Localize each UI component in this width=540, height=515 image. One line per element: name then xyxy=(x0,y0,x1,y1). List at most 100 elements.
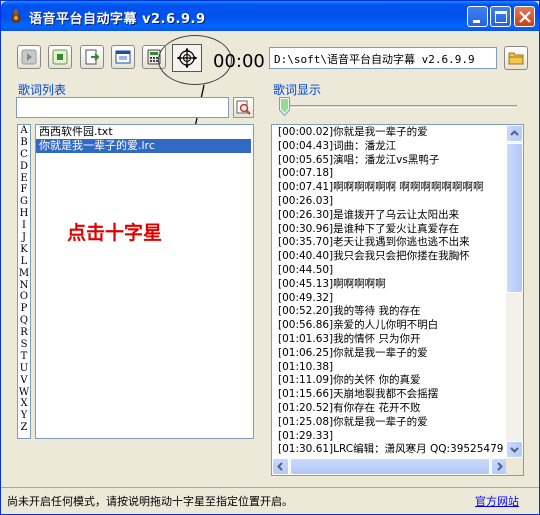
open-folder-button[interactable] xyxy=(504,46,528,70)
window-icon xyxy=(115,50,131,64)
file-list-item[interactable]: 你就是我一辈子的爱.lrc xyxy=(36,139,251,153)
lyric-line: [00:30.96]是谁种下了爱火让真爱存在 xyxy=(278,222,460,235)
chevron-right-icon xyxy=(497,462,503,471)
crosshair-drag-target[interactable] xyxy=(172,44,202,72)
minimize-button[interactable] xyxy=(467,6,488,27)
alphabet-letter[interactable]: X xyxy=(18,398,30,410)
search-icon xyxy=(236,100,251,115)
alphabet-letter[interactable]: V xyxy=(18,375,30,387)
vertical-scroll-thumb[interactable] xyxy=(506,143,523,293)
vertical-scrollbar[interactable] xyxy=(506,125,523,458)
file-list-item[interactable]: 西西软件园.txt xyxy=(36,125,253,139)
lyric-line: [00:26.03] xyxy=(278,194,334,207)
lyrics-display[interactable]: [00:00.02]你就是我一辈子的爱 [00:04.43]词曲：潘龙江 [00:0… xyxy=(271,124,524,476)
lyric-line: [00:40.40]我只会我只会把你搂在我胸怀 xyxy=(278,250,470,263)
alphabet-letter[interactable]: Q xyxy=(18,315,30,327)
lyrics-display-label: 歌词显示 xyxy=(273,83,322,97)
timer-display: 00:00 xyxy=(213,51,265,72)
lyric-line: [01:25.08]你就是我一辈子的爱 xyxy=(278,415,428,428)
alphabet-letter[interactable]: M xyxy=(18,268,30,280)
lyric-line: [01:30.61]LRC编辑：潇风寒月 QQ:39525479 xyxy=(278,443,504,456)
path-field[interactable]: D:\soft\语音平台自动字幕 v2.6.9.9 xyxy=(269,47,497,69)
lyric-line: [01:20.52]有你存在 花开不败 xyxy=(278,401,421,414)
window-mode-button[interactable] xyxy=(111,45,135,69)
progress-slider-track[interactable] xyxy=(281,105,517,108)
lyric-line: [01:29.33] xyxy=(278,429,334,442)
app-window: 语音平台自动字幕 v2.6.9.9 00:00 D:\soft\语音平台自动字幕… xyxy=(0,0,540,515)
lyric-line: [00:49.32] xyxy=(278,291,334,304)
alphabet-letter[interactable]: Z xyxy=(18,422,30,434)
close-button[interactable] xyxy=(514,6,535,27)
alphabet-letter[interactable]: Y xyxy=(18,410,30,422)
play-button[interactable] xyxy=(17,45,41,69)
alphabet-letter[interactable]: R xyxy=(18,327,30,339)
search-input[interactable] xyxy=(16,97,229,118)
lyrics-lines: [00:00.02]你就是我一辈子的爱 [00:04.43]词曲：潘龙江 [00:0… xyxy=(272,125,508,458)
lyric-line: [00:00.02]你就是我一辈子的爱 xyxy=(278,126,428,138)
lyric-line: [01:11.09]你的关怀 你的真爱 xyxy=(278,374,421,387)
play-icon xyxy=(21,49,37,65)
file-list[interactable]: 西西软件园.txt 你就是我一辈子的爱.lrc xyxy=(35,124,254,439)
lyric-line: [00:07.18] xyxy=(278,167,334,180)
horizontal-scrollbar[interactable] xyxy=(272,458,508,475)
folder-icon xyxy=(508,52,524,65)
scroll-down-button[interactable] xyxy=(506,441,523,458)
lyric-line: [00:52.20]我的等待 我的存在 xyxy=(278,305,421,318)
lyric-line: [00:07.41]啊啊啊啊啊啊 啊啊啊啊啊啊啊啊 xyxy=(278,181,484,194)
lyric-line: [00:26.30]是谁拨开了乌云让太阳出来 xyxy=(278,208,460,221)
alphabet-letter[interactable]: O xyxy=(18,291,30,303)
stop-button[interactable] xyxy=(48,45,72,69)
horizontal-scroll-thumb[interactable] xyxy=(290,458,490,475)
alphabet-letter[interactable]: A xyxy=(18,125,30,137)
window-title: 语音平台自动字幕 v2.6.9.9 xyxy=(29,12,206,27)
lyric-line: [01:01.63]我的情怀 只为你开 xyxy=(278,332,421,345)
lyric-line: [00:45.13]啊啊啊啊啊 xyxy=(278,277,386,290)
export-icon xyxy=(85,49,100,65)
alphabet-letter[interactable]: S xyxy=(18,339,30,351)
app-icon xyxy=(11,9,21,23)
alphabet-letter[interactable]: T xyxy=(18,351,30,363)
lyrics-list-label: 歌词列表 xyxy=(18,83,67,97)
chevron-left-icon xyxy=(277,462,283,471)
stop-icon xyxy=(52,49,68,65)
alphabet-index[interactable]: ABCDEFGHIJKLMNOPQRSTUVWXYZ xyxy=(17,124,31,439)
alphabet-letter[interactable]: J xyxy=(18,232,30,244)
alphabet-letter[interactable]: F xyxy=(18,184,30,196)
lyric-line: [00:44.50] xyxy=(278,263,334,276)
alphabet-letter[interactable]: W xyxy=(18,387,30,399)
status-text: 尚未开启任何模式，请按说明拖动十字星至指定位置开启。 xyxy=(7,495,293,508)
alphabet-letter[interactable]: N xyxy=(18,280,30,292)
official-website-link[interactable]: 官方网站 xyxy=(475,493,519,509)
alphabet-letter[interactable]: G xyxy=(18,196,30,208)
lyric-line: [01:15.66]天崩地裂我都不会摇摆 xyxy=(278,388,439,401)
scroll-left-button[interactable] xyxy=(272,458,289,475)
progress-slider-thumb[interactable] xyxy=(279,97,290,116)
lyric-line: [00:35.70]老天让我遇到你逃也逃不出来 xyxy=(278,236,470,249)
annotation-text: 点击十字星 xyxy=(67,222,163,244)
minimize-icon xyxy=(473,20,480,23)
scroll-up-button[interactable] xyxy=(506,125,523,142)
lyric-line: [00:05.65]演唱：潘龙江vs黑鸭子 xyxy=(278,153,440,166)
chevron-down-icon xyxy=(510,447,519,453)
chevron-up-icon xyxy=(510,130,519,136)
alphabet-letter[interactable]: H xyxy=(18,208,30,220)
lyric-line: [01:06.25]你就是我一辈子的爱 xyxy=(278,346,428,359)
alphabet-letter[interactable]: C xyxy=(18,149,30,161)
maximize-button[interactable] xyxy=(490,6,511,27)
maximize-icon xyxy=(495,11,507,23)
alphabet-letter[interactable]: K xyxy=(18,244,30,256)
alphabet-letter[interactable]: U xyxy=(18,363,30,375)
alphabet-letter[interactable]: D xyxy=(18,161,30,173)
alphabet-letter[interactable]: E xyxy=(18,173,30,185)
export-button[interactable] xyxy=(80,45,104,69)
alphabet-letter[interactable]: L xyxy=(18,256,30,268)
lyric-line: [00:04.43]词曲：潘龙江 xyxy=(278,139,397,152)
crosshair-icon xyxy=(177,48,197,68)
alphabet-letter[interactable]: P xyxy=(18,303,30,315)
alphabet-letter[interactable]: I xyxy=(18,220,30,232)
search-button[interactable] xyxy=(233,97,254,118)
alphabet-letter[interactable]: B xyxy=(18,137,30,149)
lyric-line: [00:56.86]亲爱的人儿你明不明白 xyxy=(278,319,439,332)
scroll-corner xyxy=(506,458,523,475)
title-bar[interactable]: 语音平台自动字幕 v2.6.9.9 xyxy=(1,1,539,31)
